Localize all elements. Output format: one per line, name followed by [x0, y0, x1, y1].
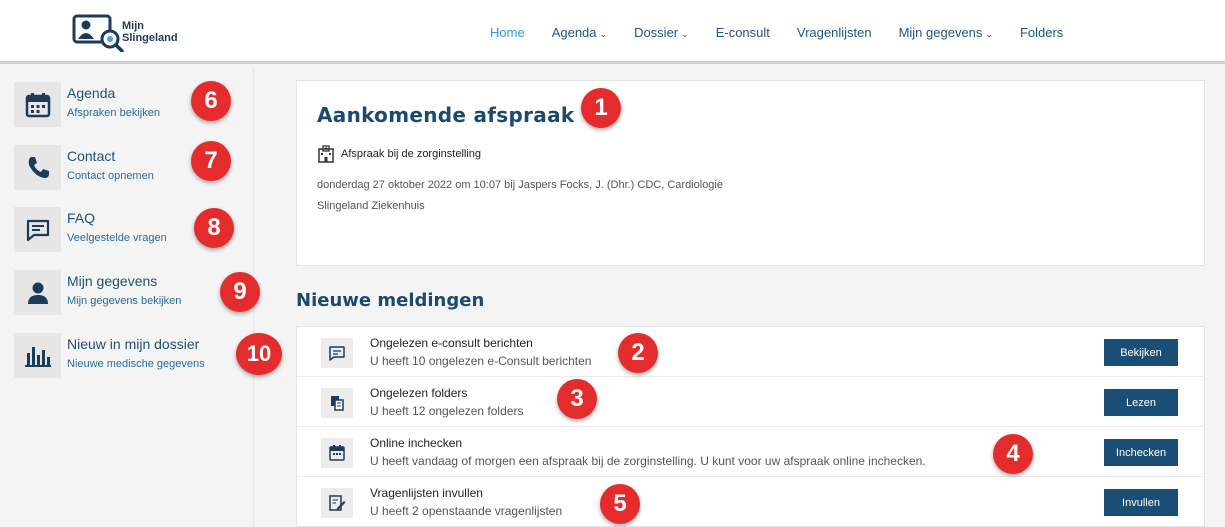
appointment-details: donderdag 27 oktober 2022 om 10:07 bij J… — [317, 179, 723, 191]
calendar-check-icon — [321, 438, 353, 468]
nav-dossier[interactable]: Dossier ⌄ — [634, 25, 689, 40]
chevron-down-icon: ⌄ — [985, 28, 993, 39]
sidebar-item-title: FAQ — [67, 210, 96, 226]
documents-icon — [321, 388, 353, 418]
notification-description: U heeft 2 openstaande vragenlijsten — [370, 504, 563, 518]
notification-description: U heeft vandaag of morgen een afspraak b… — [370, 454, 926, 468]
appointment-location: Slingeland Ziekenhuis — [317, 200, 425, 212]
sidebar-item-title: Nieuw in mijn dossier — [67, 336, 200, 352]
notification-description: U heeft 12 ongelezen folders — [370, 404, 524, 418]
appointment-title: Aankomende afspraak — [317, 103, 575, 127]
notification-title: Ongelezen e-consult berichten — [370, 336, 533, 350]
notification-row: Ongelezen folders U heeft 12 ongelezen f… — [297, 377, 1204, 427]
nav-folders-label: Folders — [1019, 24, 1064, 40]
logo-line-1: Mijn — [122, 20, 144, 32]
sidebar-item-contact[interactable]: Contact Contact opnemen — [14, 145, 154, 193]
upcoming-appointment-card: Aankomende afspraak Afspraak bij de zorg… — [296, 80, 1205, 266]
hospital-building-icon — [318, 145, 334, 163]
nav-vragenlijsten[interactable]: Vragenlijsten — [797, 25, 872, 40]
chat-icon — [14, 207, 61, 252]
notifications-title: Nieuwe meldingen — [296, 290, 485, 311]
top-navigation-bar: Mijn Slingeland Home Agenda ⌄ Dossier ⌄ E-… — [0, 0, 1225, 64]
nav-e-consult-label: E-consult — [715, 24, 770, 40]
callout-badge-9: 9 — [220, 272, 260, 312]
callout-badge-4: 4 — [993, 434, 1033, 474]
person-icon — [14, 270, 61, 315]
appointment-type: Afspraak bij de zorginstelling — [317, 145, 481, 163]
sidebar-item-faq[interactable]: FAQ Veelgestelde vragen — [14, 207, 167, 255]
nav-vragenlijsten-label: Vragenlijsten — [796, 24, 872, 40]
notifications-list: Ongelezen e-consult berichten U heeft 10… — [296, 326, 1205, 527]
callout-badge-10: 10 — [236, 333, 282, 375]
notification-title: Online inchecken — [370, 436, 463, 450]
sidebar-item-title: Contact — [67, 148, 116, 164]
callout-badge-6: 6 — [191, 81, 231, 121]
chevron-down-icon: ⌄ — [681, 28, 689, 39]
sidebar-item-subtitle: Mijn gegevens bekijken — [67, 295, 182, 307]
callout-badge-5: 5 — [600, 484, 640, 524]
lezen-button[interactable]: Lezen — [1104, 389, 1178, 416]
nav-home[interactable]: Home — [490, 25, 525, 40]
nav-mijn-gegevens-label: Mijn gegevens — [898, 24, 983, 40]
sidebar-item-subtitle: Afspraken bekijken — [67, 107, 160, 119]
mijn-slingeland-logo[interactable]: Mijn Slingeland — [72, 12, 178, 53]
callout-badge-2: 2 — [618, 333, 658, 373]
nav-agenda[interactable]: Agenda ⌄ — [552, 25, 607, 40]
form-edit-icon — [321, 488, 353, 518]
appointment-type-label: Afspraak bij de zorginstelling — [341, 148, 482, 160]
sidebar-item-subtitle: Veelgestelde vragen — [67, 232, 167, 244]
nav-dossier-label: Dossier — [634, 24, 679, 40]
notification-title: Ongelezen folders — [370, 386, 468, 400]
notification-row: Ongelezen e-consult berichten U heeft 10… — [297, 327, 1204, 377]
chart-icon — [14, 333, 61, 378]
invullen-button[interactable]: Invullen — [1104, 489, 1178, 516]
sidebar-item-nieuw-in-dossier[interactable]: Nieuw in mijn dossier Nieuwe medische ge… — [14, 333, 205, 381]
notification-row: Vragenlijsten invullen U heeft 2 opensta… — [297, 477, 1204, 527]
callout-badge-7: 7 — [191, 141, 231, 181]
main-nav: Home Agenda ⌄ Dossier ⌄ E-consult Vragenli… — [490, 0, 1090, 64]
nav-folders[interactable]: Folders — [1020, 25, 1063, 40]
calendar-icon — [14, 82, 61, 127]
chevron-down-icon: ⌄ — [599, 28, 608, 39]
phone-icon — [14, 145, 61, 190]
nav-e-consult[interactable]: E-consult — [716, 25, 770, 40]
logo-text: Mijn Slingeland — [122, 20, 178, 44]
callout-badge-3: 3 — [557, 379, 597, 419]
logo-icon — [72, 12, 124, 53]
notification-title: Vragenlijsten invullen — [370, 486, 483, 500]
nav-home-label: Home — [490, 24, 525, 40]
nav-agenda-label: Agenda — [551, 24, 597, 40]
sidebar: Agenda Afspraken bekijken Contact Contac… — [0, 67, 254, 527]
inchecken-button[interactable]: Inchecken — [1104, 439, 1178, 466]
nav-mijn-gegevens[interactable]: Mijn gegevens ⌄ — [899, 25, 993, 40]
logo-line-2: Slingeland — [122, 32, 178, 44]
notification-description: U heeft 10 ongelezen e-Consult berichten — [370, 354, 592, 368]
sidebar-item-title: Agenda — [67, 85, 116, 101]
sidebar-item-title: Mijn gegevens — [67, 273, 158, 289]
callout-badge-1: 1 — [581, 88, 621, 128]
sidebar-item-agenda[interactable]: Agenda Afspraken bekijken — [14, 82, 160, 130]
notification-row: Online inchecken U heeft vandaag of morg… — [297, 427, 1204, 477]
callout-badge-8: 8 — [194, 208, 234, 248]
sidebar-item-mijn-gegevens[interactable]: Mijn gegevens Mijn gegevens bekijken — [14, 270, 181, 318]
sidebar-item-subtitle: Nieuwe medische gegevens — [67, 358, 205, 370]
message-icon — [321, 338, 353, 368]
sidebar-item-subtitle: Contact opnemen — [67, 170, 154, 182]
bekijken-button[interactable]: Bekijken — [1104, 339, 1178, 366]
